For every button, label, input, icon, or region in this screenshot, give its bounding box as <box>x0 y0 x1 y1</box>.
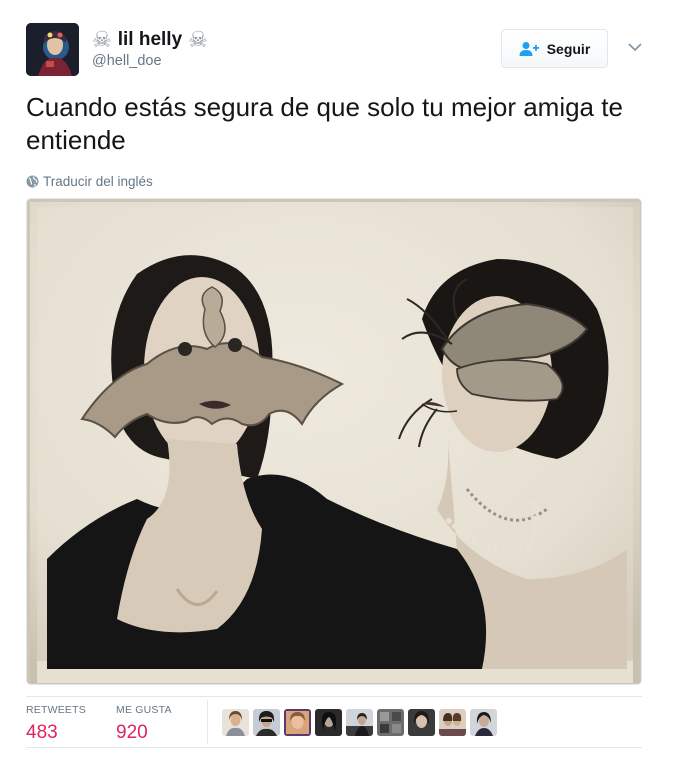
profile-avatar[interactable] <box>26 23 79 76</box>
retweets-label: RETWEETS <box>26 704 86 716</box>
stats-top-divider <box>26 696 642 697</box>
liker-avatar[interactable] <box>377 709 404 736</box>
retweets-stat[interactable]: RETWEETS 483 <box>26 704 86 744</box>
follow-button-label: Seguir <box>546 40 591 57</box>
follow-button[interactable]: Seguir <box>501 29 608 68</box>
stats-bottom-divider <box>26 747 642 748</box>
translate-label: Traducir del inglés <box>43 173 153 189</box>
liker-avatar[interactable] <box>439 709 466 736</box>
author-display-name[interactable]: lil helly <box>118 29 182 51</box>
liker-avatar[interactable] <box>222 709 249 736</box>
skull-icon: ☠ <box>188 27 208 52</box>
liker-avatar[interactable] <box>315 709 342 736</box>
skull-icon: ☠ <box>92 27 112 52</box>
retweets-count: 483 <box>26 722 58 743</box>
add-user-icon <box>519 41 539 56</box>
likers-avatars <box>222 709 497 737</box>
likes-count: 920 <box>116 722 148 743</box>
tweet-media-photo[interactable] <box>26 198 642 685</box>
likes-stat[interactable]: ME GUSTA 920 <box>116 704 172 744</box>
author-name-row[interactable]: ☠ lil helly ☠ <box>92 26 208 54</box>
chevron-down-icon[interactable] <box>626 38 644 56</box>
translate-link[interactable]: Traducir del inglés <box>26 172 153 190</box>
liker-avatar[interactable] <box>470 709 497 736</box>
author-handle[interactable]: @hell_doe <box>92 53 162 69</box>
liker-avatar[interactable] <box>408 709 435 736</box>
tweet-text: Cuando estás segura de que solo tu mejor… <box>26 92 623 155</box>
globe-icon <box>26 175 39 187</box>
likes-label: ME GUSTA <box>116 704 172 716</box>
liker-avatar[interactable] <box>284 709 311 736</box>
liker-avatar[interactable] <box>253 709 280 736</box>
liker-avatar[interactable] <box>346 709 373 736</box>
stats-vertical-divider <box>207 700 208 744</box>
